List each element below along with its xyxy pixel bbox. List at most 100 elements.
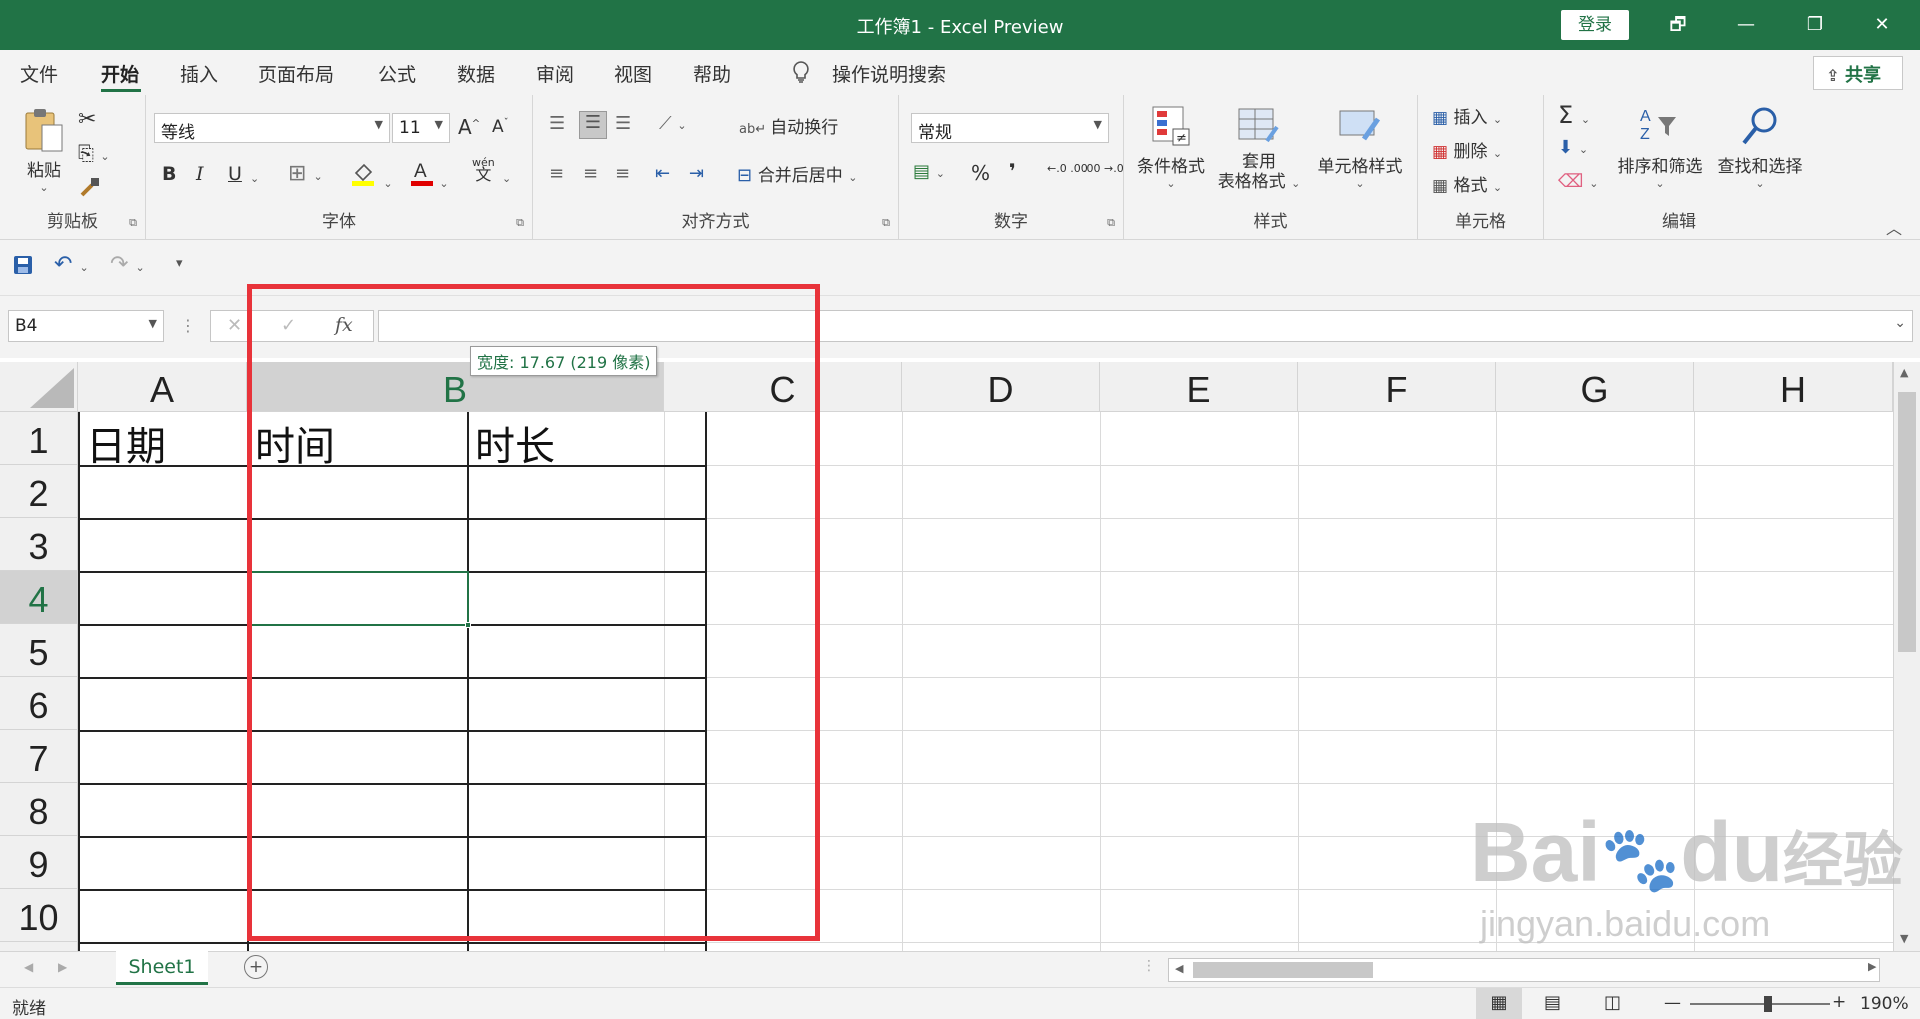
close-button[interactable]: ✕ [1862,10,1902,40]
underline-button[interactable]: U [228,163,242,185]
font-size-select[interactable]: 11 ▼ [392,113,450,143]
tab-page-layout[interactable]: 页面布局 [258,60,334,87]
tab-home[interactable]: 开始 [101,60,139,87]
tab-formulas[interactable]: 公式 [378,60,416,87]
tab-view[interactable]: 视图 [614,60,652,87]
increase-indent-icon[interactable]: ⇥ [689,163,704,184]
page-layout-view-icon[interactable]: ▤ [1544,992,1561,1013]
minimize-button[interactable]: — [1726,10,1766,40]
sort-filter-button[interactable]: AZ 排序和筛选 ⌄ [1612,105,1708,190]
add-sheet-button[interactable]: + [244,955,268,979]
paste-button[interactable]: 粘贴 ⌄ [22,107,66,194]
zoom-out-button[interactable]: — [1664,993,1681,1013]
align-right-icon[interactable]: ≡ [615,163,630,184]
prev-sheet-icon[interactable]: ◀ [24,960,33,974]
format-painter-icon[interactable] [78,175,102,204]
row-header-9[interactable]: 9 [0,836,78,889]
increase-decimal-button[interactable]: ←.0 .00 [1047,163,1088,174]
borders-icon[interactable]: ⊞ ⌄ [288,161,323,186]
align-left-icon[interactable]: ≡ [549,163,564,184]
merge-center-button[interactable]: ⊟ 合并后居中 ⌄ [737,161,857,186]
sheet-tab-sheet1[interactable]: Sheet1 [116,951,208,985]
autosum-button[interactable]: Σ ⌄ [1558,101,1590,129]
row-header-11[interactable] [0,942,78,951]
customize-qat-icon[interactable]: ▾ [176,256,183,271]
page-break-view-icon[interactable]: ◫ [1604,992,1621,1013]
copy-icon[interactable]: ⎘ ⌄ [78,141,110,165]
grow-font-button[interactable]: A^ [458,115,480,139]
dialog-launcher-icon[interactable]: ⧉ [1107,216,1115,230]
select-all-button[interactable] [0,362,78,412]
row-header-10[interactable]: 10 [0,889,78,942]
chevron-down-icon[interactable]: ⌄ [250,167,259,187]
login-button[interactable]: 登录 [1561,10,1629,40]
format-as-table-button[interactable]: 套用 表格格式 ⌄ [1216,105,1302,194]
tell-me-search[interactable]: 操作说明搜索 [832,60,946,87]
scroll-left-icon[interactable]: ◀ [1175,962,1183,975]
align-top-icon[interactable]: ☰ [549,113,565,134]
row-header-1[interactable]: 1 [0,412,78,465]
dialog-launcher-icon[interactable]: ⧉ [882,216,890,230]
fill-color-icon[interactable]: ⌄ [350,159,393,192]
wrap-text-button[interactable]: ab↵ 自动换行 [739,113,838,138]
align-bottom-icon[interactable]: ☰ [615,113,631,134]
conditional-formatting-button[interactable]: ≠ 条件格式 ⌄ [1136,105,1206,190]
cell-styles-button[interactable]: 单元格样式 ⌄ [1310,105,1410,190]
scroll-up-icon[interactable]: ▲ [1900,366,1908,379]
tab-data[interactable]: 数据 [457,60,495,87]
save-icon[interactable] [12,254,34,281]
insert-cells-button[interactable]: ▦ 插入 ⌄ [1432,103,1502,128]
number-format-select[interactable]: 常规 ▼ [911,113,1109,143]
row-header-6[interactable]: 6 [0,677,78,730]
percent-button[interactable]: % [971,161,990,185]
zoom-in-button[interactable]: + [1832,992,1846,1012]
collapse-ribbon-icon[interactable]: ︿ [1886,215,1902,239]
shrink-font-button[interactable]: Aˇ [492,117,509,137]
lightbulb-icon[interactable] [790,60,812,89]
column-header-f[interactable]: F [1298,362,1496,412]
cut-icon[interactable]: ✂ [78,107,96,132]
format-cells-button[interactable]: ▦ 格式 ⌄ [1432,171,1502,196]
phonetic-guide-button[interactable]: wén 文 [472,157,495,183]
clear-icon[interactable]: ⌫ ⌄ [1558,171,1598,192]
align-center-icon[interactable]: ≡ [583,163,598,184]
bold-button[interactable]: B [162,163,176,185]
tab-file[interactable]: 文件 [20,60,58,87]
share-button[interactable]: ⇪ 共享 [1813,56,1903,90]
zoom-slider-thumb[interactable] [1764,996,1772,1012]
row-header-2[interactable]: 2 [0,465,78,518]
decrease-decimal-button[interactable]: .00 →.0 [1083,163,1124,174]
cell-a1[interactable]: 日期 [86,414,166,472]
accounting-format-icon[interactable]: ▤ ⌄ [913,161,945,182]
tab-help[interactable]: 帮助 [693,60,731,87]
redo-icon[interactable]: ↷ ⌄ [110,252,145,277]
vertical-scroll-thumb[interactable] [1898,392,1916,652]
fill-icon[interactable]: ⬇ ⌄ [1558,137,1588,158]
dialog-launcher-icon[interactable]: ⧉ [516,216,524,230]
tab-insert[interactable]: 插入 [180,60,218,87]
column-header-h[interactable]: H [1694,362,1893,412]
row-header-3[interactable]: 3 [0,518,78,571]
maximize-button[interactable]: ❐ [1795,10,1835,40]
next-sheet-icon[interactable]: ▶ [58,960,67,974]
comma-button[interactable]: ❜ [1009,159,1016,183]
zoom-level[interactable]: 190% [1860,994,1909,1014]
delete-cells-button[interactable]: ▦ 删除 ⌄ [1432,137,1502,162]
tab-review[interactable]: 审阅 [536,60,574,87]
row-header-5[interactable]: 5 [0,624,78,677]
decrease-indent-icon[interactable]: ⇤ [655,163,670,184]
expand-formula-icon[interactable]: ⌄ [1894,315,1906,331]
horizontal-scrollbar[interactable]: ◀ [1168,958,1880,982]
normal-view-icon[interactable]: ▦ [1476,988,1522,1019]
column-header-a[interactable]: A [78,362,247,412]
undo-icon[interactable]: ↶ ⌄ [54,252,89,277]
column-header-e[interactable]: E [1100,362,1298,412]
font-color-icon[interactable]: A ⌄ [410,159,449,192]
name-box[interactable]: B4 ▼ [8,310,164,342]
row-header-4[interactable]: 4 [0,571,78,624]
row-header-7[interactable]: 7 [0,730,78,783]
ribbon-display-icon[interactable]: 🗗 [1658,10,1698,40]
font-name-select[interactable]: 等线 ▼ [154,113,390,143]
chevron-down-icon[interactable]: ⌄ [502,167,511,187]
find-select-button[interactable]: 查找和选择 ⌄ [1712,105,1808,190]
